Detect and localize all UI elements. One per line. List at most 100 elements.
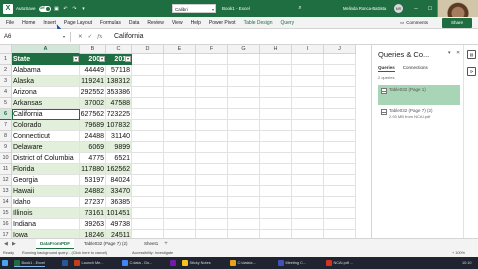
empty-cell[interactable]	[228, 87, 260, 98]
table-cell[interactable]: Arizona	[12, 87, 80, 98]
table-cell[interactable]: 31140	[106, 131, 132, 142]
empty-cell[interactable]	[164, 197, 196, 208]
empty-cell[interactable]	[164, 153, 196, 164]
empty-cell[interactable]	[196, 76, 228, 87]
empty-cell[interactable]	[196, 87, 228, 98]
empty-cell[interactable]	[132, 208, 164, 219]
empty-cell[interactable]	[324, 98, 356, 109]
empty-cell[interactable]	[196, 219, 228, 230]
empty-cell[interactable]	[196, 142, 228, 153]
user-name[interactable]: Melinda Ronca-Battista	[343, 0, 386, 17]
empty-cell[interactable]	[292, 142, 324, 153]
empty-cell[interactable]	[324, 65, 356, 76]
start-icon[interactable]	[2, 259, 8, 267]
table-cell[interactable]: 162562	[106, 164, 132, 175]
tab-help[interactable]: Help	[187, 17, 205, 29]
empty-cell[interactable]	[324, 87, 356, 98]
empty-cell[interactable]	[260, 153, 292, 164]
empty-cell[interactable]	[292, 120, 324, 131]
table-cell[interactable]: 39263	[80, 219, 106, 230]
empty-cell[interactable]	[260, 87, 292, 98]
table-cell[interactable]: Delaware	[12, 142, 80, 153]
empty-cell[interactable]	[292, 109, 324, 120]
empty-cell[interactable]	[196, 175, 228, 186]
redo-icon[interactable]: ↷	[72, 6, 78, 12]
empty-cell[interactable]	[292, 87, 324, 98]
empty-cell[interactable]	[260, 109, 292, 120]
empty-cell[interactable]	[292, 54, 324, 65]
table-cell[interactable]: 9899	[106, 142, 132, 153]
empty-cell[interactable]	[164, 230, 196, 238]
empty-cell[interactable]	[228, 109, 260, 120]
sheet-tab-sheet1[interactable]: Sheet1	[140, 239, 162, 249]
filter-dropdown-icon[interactable]: ▾	[99, 56, 105, 62]
empty-cell[interactable]	[164, 54, 196, 65]
table-cell[interactable]: 6069	[80, 142, 106, 153]
table-cell[interactable]: 24488	[80, 131, 106, 142]
row-header[interactable]: 14	[0, 197, 12, 208]
empty-cell[interactable]	[228, 197, 260, 208]
empty-cell[interactable]	[292, 131, 324, 142]
table-cell[interactable]: Idaho	[12, 197, 80, 208]
table-cell[interactable]: 79689	[80, 120, 106, 131]
empty-cell[interactable]	[324, 153, 356, 164]
background-query-status[interactable]: Running background query... (Click here …	[22, 249, 107, 257]
empty-cell[interactable]	[196, 54, 228, 65]
row-header[interactable]: 3	[0, 76, 12, 87]
row-header[interactable]: 8	[0, 131, 12, 142]
empty-cell[interactable]	[196, 230, 228, 238]
empty-cell[interactable]	[260, 120, 292, 131]
tab-data[interactable]: Data	[125, 17, 144, 29]
empty-cell[interactable]	[132, 142, 164, 153]
undo-icon[interactable]: ↶	[63, 6, 69, 12]
empty-cell[interactable]	[324, 230, 356, 238]
empty-cell[interactable]	[196, 186, 228, 197]
taskbar-item[interactable]: Book1 - Excel	[14, 259, 45, 267]
share-button[interactable]: Share	[442, 18, 472, 28]
row-header[interactable]: 6	[0, 109, 12, 120]
table-cell[interactable]: 107832	[106, 120, 132, 131]
empty-cell[interactable]	[292, 98, 324, 109]
close-icon[interactable]: ✕	[456, 50, 460, 56]
empty-cell[interactable]	[196, 197, 228, 208]
taskbar-item[interactable]: C:\data\c...	[230, 259, 256, 267]
empty-cell[interactable]	[132, 54, 164, 65]
empty-cell[interactable]	[196, 164, 228, 175]
tab-file[interactable]: File	[0, 17, 18, 29]
empty-cell[interactable]	[164, 87, 196, 98]
row-header[interactable]: 13	[0, 186, 12, 197]
chevron-left-icon[interactable]: ◀	[4, 241, 8, 247]
tab-table-design[interactable]: Table Design	[240, 17, 277, 29]
empty-cell[interactable]	[228, 65, 260, 76]
tab-power-pivot[interactable]: Power Pivot	[205, 17, 240, 29]
empty-cell[interactable]	[164, 120, 196, 131]
empty-cell[interactable]	[164, 208, 196, 219]
table-cell[interactable]: Iowa	[12, 230, 80, 238]
empty-cell[interactable]	[228, 219, 260, 230]
empty-cell[interactable]	[292, 230, 324, 238]
name-box[interactable]: A6 ▾	[2, 32, 68, 42]
column-header[interactable]: B	[80, 45, 106, 54]
empty-cell[interactable]	[324, 219, 356, 230]
empty-cell[interactable]	[260, 208, 292, 219]
empty-cell[interactable]	[132, 197, 164, 208]
font-name-box[interactable]: Calibri ▾	[172, 4, 216, 13]
empty-cell[interactable]	[164, 76, 196, 87]
confirm-entry-icon[interactable]: ✓	[88, 32, 93, 42]
formula-input[interactable]: California	[114, 32, 144, 42]
tab-view[interactable]: View	[168, 17, 187, 29]
empty-cell[interactable]	[196, 208, 228, 219]
empty-cell[interactable]	[260, 186, 292, 197]
empty-cell[interactable]	[324, 120, 356, 131]
table-cell[interactable]: 4775	[80, 153, 106, 164]
empty-cell[interactable]	[260, 98, 292, 109]
panel-tab-connections[interactable]: Connections	[403, 65, 428, 72]
taskbar-item[interactable]: Launch Me...	[74, 259, 103, 267]
table-cell[interactable]: 36385	[106, 197, 132, 208]
empty-cell[interactable]	[164, 131, 196, 142]
taskbar-item[interactable]: Sticky Notes	[182, 259, 211, 267]
empty-cell[interactable]	[164, 109, 196, 120]
empty-cell[interactable]	[260, 54, 292, 65]
empty-cell[interactable]	[196, 120, 228, 131]
row-header[interactable]: 10	[0, 153, 12, 164]
